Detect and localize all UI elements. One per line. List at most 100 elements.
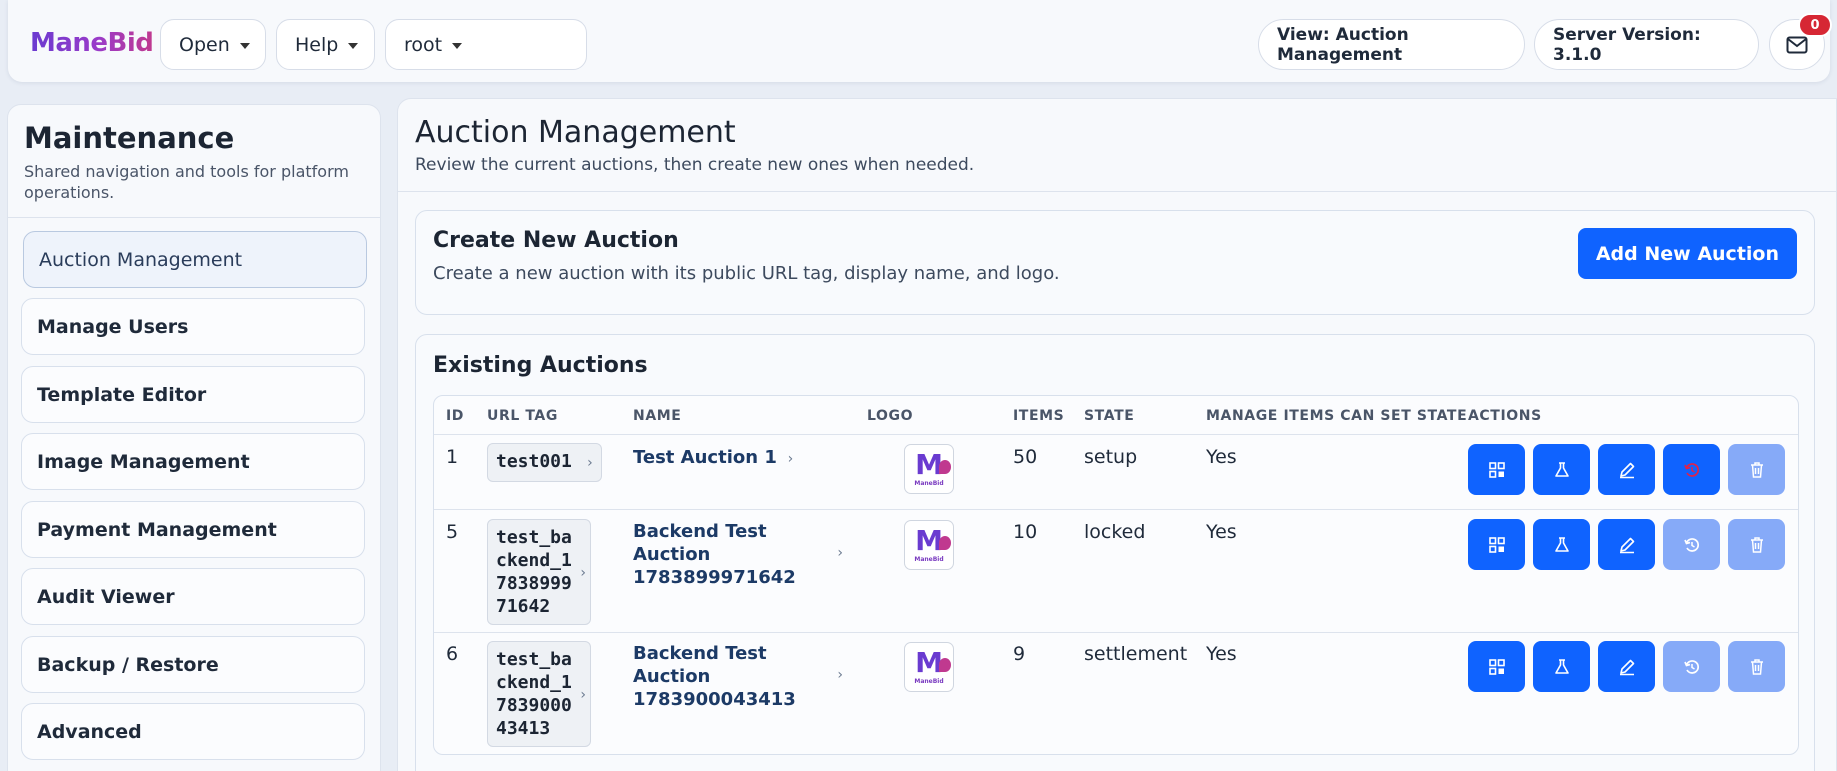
sidebar: Maintenance Shared navigation and tools … — [7, 104, 381, 771]
sidebar-item-backup-restore[interactable]: Backup / Restore — [21, 636, 365, 693]
url-tag-text: 7839000 — [496, 695, 572, 716]
brand-logo[interactable]: ManeBid — [30, 28, 154, 58]
auction-name-link[interactable]: Backend Test Auction 1783899971642 › — [633, 520, 843, 589]
auction-items-count: 10 — [1013, 521, 1038, 543]
server-version-badge[interactable]: Server Version: 3.1.0 — [1534, 19, 1759, 70]
delete-auction-button[interactable] — [1728, 641, 1785, 692]
sidebar-item-image-management[interactable]: Image Management — [21, 433, 365, 490]
auction-id: 6 — [446, 643, 459, 665]
auction-name-text: Auction — [633, 544, 711, 565]
sidebar-item-template-editor[interactable]: Template Editor — [21, 366, 365, 423]
auction-logo: M ManeBid — [904, 520, 954, 570]
reset-auction-button[interactable] — [1663, 444, 1720, 495]
flask-icon — [1554, 536, 1569, 552]
sidebar-divider — [8, 217, 380, 218]
auction-can-set-state: Yes — [1206, 643, 1237, 665]
user-menu-button[interactable]: root — [385, 19, 587, 70]
table-row-divider — [434, 509, 1798, 510]
reset-icon — [1683, 659, 1699, 674]
auction-name-link[interactable]: Backend Test Auction 1783900043413 › — [633, 642, 843, 711]
sidebar-item-label: Auction Management — [39, 248, 243, 271]
open-menu-button[interactable]: Open — [160, 19, 266, 70]
add-new-auction-button[interactable]: Add New Auction — [1577, 228, 1797, 279]
url-tag-text: 7838999 — [496, 573, 572, 594]
grid-icon — [1488, 658, 1505, 675]
logo-mark-icon: M — [915, 523, 951, 557]
column-header-state: STATE — [1084, 408, 1135, 424]
auction-items-count: 50 — [1013, 446, 1038, 468]
delete-auction-button[interactable] — [1728, 444, 1785, 495]
logo-mark-icon: M — [915, 645, 951, 679]
url-tag-text: ckend_1 — [496, 672, 572, 693]
sidebar-item-label: Advanced — [37, 720, 142, 743]
url-tag-text: test_ba — [496, 527, 572, 548]
sidebar-item-label: Template Editor — [37, 383, 207, 406]
notification-count-badge: 0 — [1798, 13, 1832, 37]
edit-auction-button[interactable] — [1598, 519, 1655, 570]
chevron-right-icon: › — [580, 565, 586, 581]
column-header-id: ID — [446, 408, 465, 424]
pencil-icon — [1619, 659, 1634, 675]
caret-down-icon — [348, 42, 359, 49]
table-header-divider — [434, 434, 1798, 435]
sidebar-item-audit-viewer[interactable]: Audit Viewer — [21, 568, 365, 625]
edit-auction-button[interactable] — [1598, 641, 1655, 692]
create-auction-subtitle: Create a new auction with its public URL… — [433, 263, 1060, 284]
open-dashboard-button[interactable] — [1468, 519, 1525, 570]
url-tag-link[interactable]: test001 › — [487, 443, 602, 482]
auction-id: 1 — [446, 446, 459, 468]
reset-auction-button[interactable] — [1663, 641, 1720, 692]
auction-name-text: 1783900043413 — [633, 689, 796, 710]
view-indicator[interactable]: View: Auction Management — [1258, 19, 1525, 70]
column-header-logo: LOGO — [867, 408, 914, 424]
open-menu-label: Open — [179, 33, 230, 56]
table-row-divider — [434, 632, 1798, 633]
delete-auction-button[interactable] — [1728, 519, 1785, 570]
sidebar-item-payment-management[interactable]: Payment Management — [21, 501, 365, 558]
chevron-right-icon: › — [783, 451, 794, 467]
sidebar-item-auction-management[interactable]: Auction Management — [23, 231, 367, 288]
sidebar-item-label: Payment Management — [37, 518, 277, 541]
url-tag-link[interactable]: test_ba ckend_1 7839000 43413 › — [487, 641, 591, 747]
column-header-name: NAME — [633, 408, 682, 424]
top-bar: ManeBid Open Help root View: Auction Man… — [8, 0, 1832, 82]
open-dashboard-button[interactable] — [1468, 444, 1525, 495]
logo-text: ManeBid — [914, 555, 944, 563]
sidebar-item-label: Image Management — [37, 450, 250, 473]
url-tag-link[interactable]: test_ba ckend_1 7838999 71642 › — [487, 519, 591, 625]
page-subtitle: Review the current auctions, then create… — [415, 155, 975, 175]
sidebar-subtitle: Shared navigation and tools for platform… — [24, 162, 349, 202]
auction-name-link[interactable]: Test Auction 1 › — [633, 446, 793, 471]
mail-icon — [1786, 36, 1808, 53]
chevron-right-icon: › — [580, 687, 586, 703]
flask-icon — [1554, 658, 1569, 674]
grid-icon — [1488, 536, 1505, 553]
url-tag-text: test_ba — [496, 649, 572, 670]
reset-auction-button[interactable] — [1663, 519, 1720, 570]
auction-state: locked — [1084, 521, 1146, 543]
trash-icon — [1750, 536, 1763, 553]
auctions-table: ID URL TAG NAME LOGO ITEMS STATE MANAGE … — [433, 395, 1799, 755]
sidebar-item-label: Audit Viewer — [37, 585, 175, 608]
auction-name-text: Backend Test — [633, 643, 767, 664]
url-tag-text: 71642 — [496, 596, 551, 617]
test-auction-button[interactable] — [1533, 519, 1590, 570]
help-menu-button[interactable]: Help — [276, 19, 375, 70]
sidebar-item-advanced[interactable]: Advanced — [21, 703, 365, 760]
sidebar-item-label: Backup / Restore — [37, 653, 219, 676]
sidebar-item-manage-users[interactable]: Manage Users — [21, 298, 365, 355]
url-tag-text: test001 — [496, 451, 572, 472]
test-auction-button[interactable] — [1533, 444, 1590, 495]
auction-can-set-state: Yes — [1206, 446, 1237, 468]
auction-logo: M ManeBid — [904, 642, 954, 692]
auction-name-text: Auction — [633, 666, 711, 687]
auction-name-text: 1783899971642 — [633, 567, 796, 588]
caret-down-icon — [452, 42, 463, 49]
test-auction-button[interactable] — [1533, 641, 1590, 692]
auction-state: settlement — [1084, 643, 1188, 665]
trash-icon — [1750, 461, 1763, 478]
reset-icon — [1683, 537, 1699, 552]
open-dashboard-button[interactable] — [1468, 641, 1525, 692]
edit-auction-button[interactable] — [1598, 444, 1655, 495]
user-menu-label: root — [404, 33, 443, 56]
